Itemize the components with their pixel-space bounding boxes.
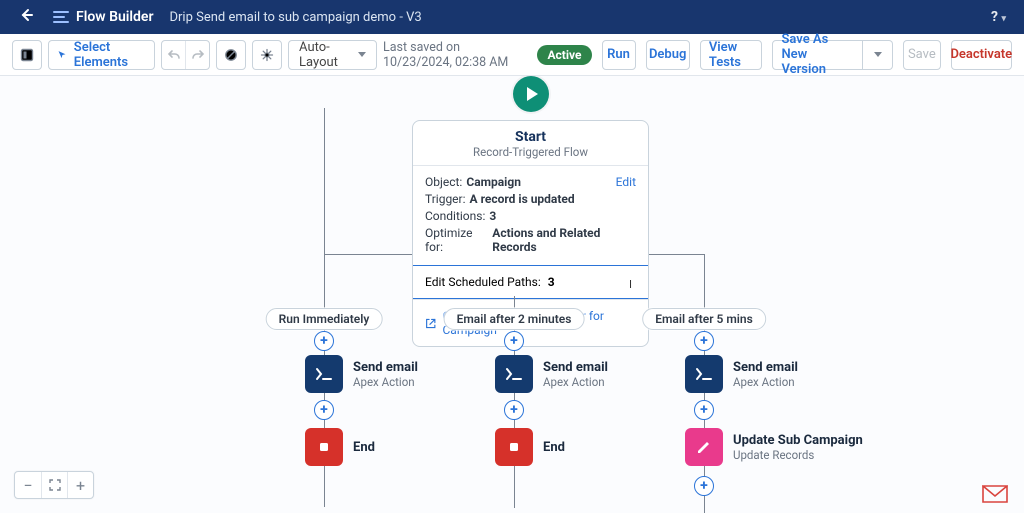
- apex-action-icon: [305, 355, 343, 393]
- zoom-out-button[interactable]: −: [15, 472, 41, 498]
- last-saved-text: Last saved on 10/23/2024, 02:38 AM: [383, 40, 528, 70]
- status-badge: Active: [537, 45, 591, 65]
- save-as-menu-button[interactable]: [863, 40, 893, 70]
- layout-mode-select[interactable]: Auto-Layout: [288, 40, 377, 70]
- undo-button[interactable]: [162, 41, 185, 69]
- flow-canvas[interactable]: Start Record-Triggered Flow Edit Object:…: [0, 76, 1024, 513]
- redo-button[interactable]: [185, 41, 209, 69]
- back-button[interactable]: [10, 3, 42, 31]
- watermark-icon: [982, 485, 1008, 507]
- add-element-button[interactable]: +: [504, 400, 524, 420]
- add-element-button[interactable]: +: [314, 331, 334, 351]
- start-config-section[interactable]: Edit Object:Campaign Trigger:A record is…: [413, 166, 648, 266]
- start-icon[interactable]: [513, 76, 549, 112]
- path-label-email-2min[interactable]: Email after 2 minutes: [444, 308, 585, 330]
- add-element-button[interactable]: +: [314, 400, 334, 420]
- deactivate-button[interactable]: Deactivate: [951, 40, 1012, 70]
- block-icon-button[interactable]: [216, 40, 246, 70]
- scheduled-paths-section[interactable]: Edit Scheduled Paths: 3 I: [412, 265, 649, 299]
- debug-button[interactable]: Debug: [646, 40, 690, 70]
- path-label-email-5min[interactable]: Email after 5 mins: [642, 308, 766, 330]
- update-records-icon: [685, 428, 723, 466]
- save-as-new-version-button[interactable]: Save As New Version: [772, 40, 863, 70]
- node-end-1[interactable]: End: [305, 428, 375, 466]
- chevron-down-icon: [358, 52, 366, 57]
- select-elements-button[interactable]: Select Elements: [48, 40, 155, 70]
- node-end-2[interactable]: End: [495, 428, 565, 466]
- toggle-panel-button[interactable]: [12, 40, 42, 70]
- end-icon: [495, 428, 533, 466]
- node-update-sub-campaign[interactable]: Update Sub CampaignUpdate Records: [685, 428, 863, 466]
- help-button[interactable]: ? ▾: [983, 9, 1014, 25]
- run-button[interactable]: Run: [602, 40, 636, 70]
- settings-button[interactable]: [252, 40, 282, 70]
- zoom-fit-button[interactable]: [41, 472, 67, 498]
- add-element-button[interactable]: +: [694, 400, 714, 420]
- edit-start-link[interactable]: Edit: [616, 175, 636, 189]
- apex-action-icon: [495, 355, 533, 393]
- node-send-email-2[interactable]: Send emailApex Action: [495, 355, 608, 393]
- add-element-button[interactable]: +: [694, 331, 714, 351]
- zoom-controls: − +: [14, 471, 94, 499]
- app-header: Flow Builder Drip Send email to sub camp…: [0, 0, 1024, 34]
- page-title: Drip Send email to sub campaign demo - V…: [164, 10, 422, 25]
- node-send-email-1[interactable]: Send emailApex Action: [305, 355, 418, 393]
- start-subtitle: Record-Triggered Flow: [419, 145, 642, 159]
- app-name: Flow Builder: [76, 9, 154, 25]
- text-cursor-icon: I: [629, 278, 632, 291]
- node-send-email-3[interactable]: Send emailApex Action: [685, 355, 798, 393]
- apex-action-icon: [685, 355, 723, 393]
- edit-scheduled-link[interactable]: Edit: [425, 275, 445, 289]
- toolbar: Select Elements Auto-Layout Last saved o…: [0, 34, 1024, 76]
- app-logo: Flow Builder: [42, 8, 164, 26]
- save-button[interactable]: Save: [903, 40, 941, 70]
- undo-redo-group: [161, 40, 210, 70]
- path-label-run-immediately[interactable]: Run Immediately: [266, 308, 383, 330]
- add-element-button[interactable]: +: [504, 331, 524, 351]
- start-title: Start: [419, 129, 642, 145]
- end-icon: [305, 428, 343, 466]
- add-element-button[interactable]: +: [694, 476, 714, 496]
- view-tests-button[interactable]: View Tests: [700, 40, 763, 70]
- zoom-in-button[interactable]: +: [67, 472, 93, 498]
